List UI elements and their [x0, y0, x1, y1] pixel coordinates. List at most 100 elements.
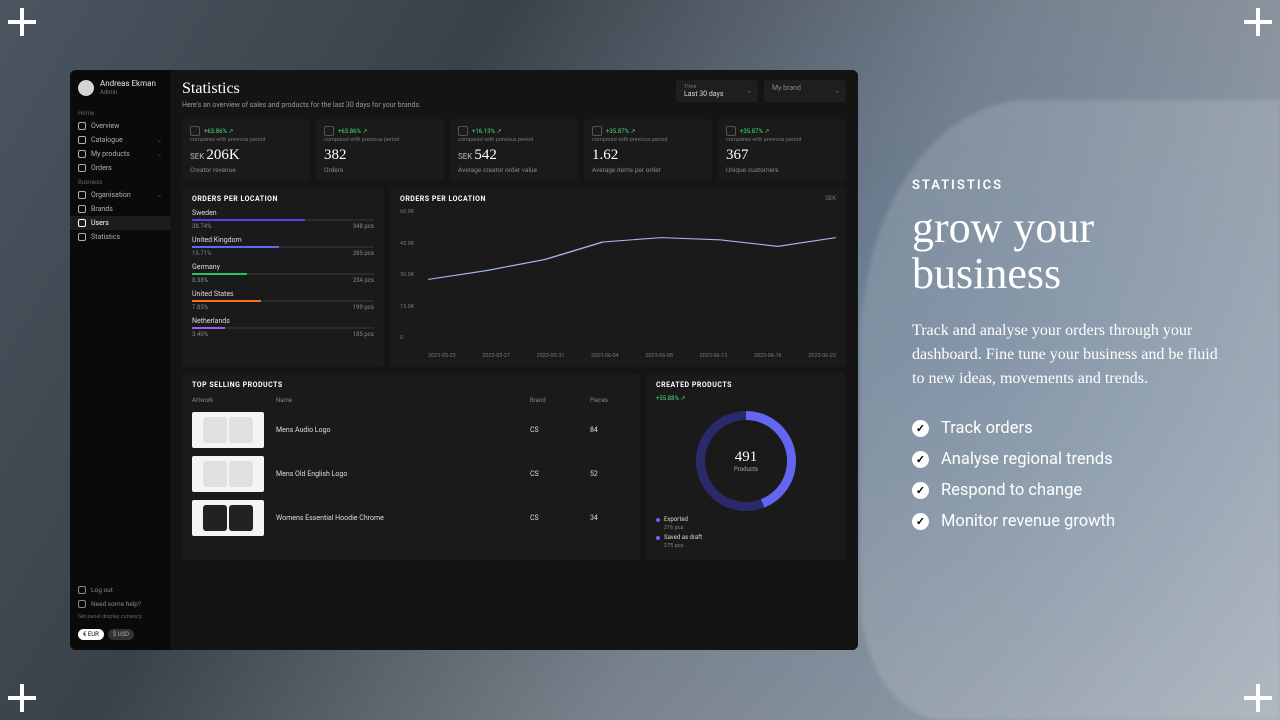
nav-icon: [78, 122, 86, 130]
logout-icon: [78, 586, 86, 594]
nav-icon: [78, 233, 86, 241]
marketing-body: Track and analyse your orders through yo…: [912, 319, 1224, 391]
card-title: ORDERS PER LOCATION: [192, 195, 374, 203]
product-pieces: 52: [590, 470, 630, 478]
location-name: United States: [192, 290, 374, 298]
location-pcs: 348 pcs: [353, 223, 374, 230]
y-tick: 15.0K: [400, 304, 414, 310]
user-name: Andreas Ekman: [100, 80, 156, 89]
card-title: CREATED PRODUCTS: [656, 381, 836, 389]
kpi-value: 367: [726, 147, 838, 164]
sidebar-item-label: Users: [91, 219, 109, 227]
currency-eur[interactable]: € EUR: [78, 629, 104, 640]
nav-icon: [78, 150, 86, 158]
product-brand: CS: [530, 426, 590, 434]
x-tick: 2023-06-04: [591, 353, 619, 359]
kpi-value: 382: [324, 147, 436, 164]
location-name: Netherlands: [192, 317, 374, 325]
location-name: Sweden: [192, 209, 374, 217]
col-name: Name: [276, 397, 530, 404]
kpi-compare: compared with previous period: [458, 137, 570, 143]
check-icon: ✓: [912, 513, 929, 530]
chevron-down-icon: ⌄: [157, 192, 162, 199]
created-products-card: CREATED PRODUCTS +55.88% ↗ 491 Products …: [646, 373, 846, 560]
currency-usd[interactable]: $ USD: [108, 629, 134, 640]
location-row: Sweden 38.74% 348 pcs: [192, 209, 374, 230]
x-tick: 2023-06-12: [700, 353, 728, 359]
sidebar-item-catalogue[interactable]: Catalogue⌄: [70, 133, 170, 147]
sidebar-item-organisation[interactable]: Organisation⌄: [70, 188, 170, 202]
help-link[interactable]: Need some help?: [78, 597, 162, 611]
shirt-icon: [592, 126, 602, 136]
user-icon: [726, 126, 736, 136]
y-tick: 60.0K: [400, 209, 414, 215]
product-name: Mens Audio Logo: [276, 426, 530, 434]
location-pcs: 234 pcs: [353, 277, 374, 284]
location-pct: 8.38%: [192, 277, 208, 284]
sidebar-item-statistics[interactable]: Statistics: [70, 230, 170, 244]
x-tick: 2023-06-08: [645, 353, 673, 359]
sidebar-item-orders[interactable]: Orders: [70, 161, 170, 175]
product-pieces: 84: [590, 426, 630, 434]
top-selling-products-card: TOP SELLING PRODUCTS Artwork Name Brand …: [182, 373, 640, 560]
created-delta: +55.88% ↗: [656, 395, 836, 402]
nav-icon: [78, 191, 86, 199]
location-row: Germany 8.38% 234 pcs: [192, 263, 374, 284]
table-row[interactable]: Womens Essential Hoodie ChromeCS34: [192, 496, 630, 540]
brand-selector[interactable]: My brand ⌄: [764, 80, 846, 102]
marketing-headline: grow your business: [912, 205, 1224, 297]
sidebar-item-users[interactable]: Users: [70, 216, 170, 230]
sidebar-item-label: Overview: [91, 122, 119, 130]
kpi-compare: compared with previous period: [726, 137, 838, 143]
check-icon: ✓: [912, 451, 929, 468]
table-row[interactable]: Mens Old English LogoCS52: [192, 452, 630, 496]
product-brand: CS: [530, 470, 590, 478]
location-name: United Kingdom: [192, 236, 374, 244]
donut-label: Products: [734, 466, 758, 473]
x-tick: 2023-05-27: [482, 353, 510, 359]
kpi-compare: compared with previous period: [190, 137, 302, 143]
kpi-label: Creator revenue: [190, 166, 302, 174]
kpi-label: Average creator order value: [458, 166, 570, 174]
page-title: Statistics: [182, 80, 421, 98]
marketing-tag: STATISTICS: [912, 178, 1224, 193]
table-row[interactable]: Mens Audio LogoCS84: [192, 408, 630, 452]
legend-label: Exported: [664, 516, 688, 523]
chevron-down-icon: ⌄: [157, 151, 162, 158]
logout-link[interactable]: Log out: [78, 583, 162, 597]
legend-item: Exported: [656, 516, 836, 523]
time-selector[interactable]: Time Last 30 days ⌄: [676, 80, 758, 102]
location-pcs: 185 pcs: [353, 331, 374, 338]
sidebar-item-brands[interactable]: Brands: [70, 202, 170, 216]
sidebar-item-my products[interactable]: My products⌄: [70, 147, 170, 161]
marketing-bullet: ✓Monitor revenue growth: [912, 512, 1224, 531]
x-tick: 2023-05-23: [428, 353, 456, 359]
location-pct: 38.74%: [192, 223, 211, 230]
location-name: Germany: [192, 263, 374, 271]
plus-icon: [1244, 684, 1272, 712]
sidebar-item-label: Statistics: [91, 233, 120, 241]
plus-icon: [8, 8, 36, 36]
kpi-card: +63.86% ↗compared with previous period38…: [316, 119, 444, 181]
kpi-card: +35.87% ↗compared with previous period1.…: [584, 119, 712, 181]
nav-icon: [78, 219, 86, 227]
location-pct: 3.40%: [192, 331, 208, 338]
location-pcs: 285 pcs: [353, 250, 374, 257]
help-icon: [78, 600, 86, 608]
nav-section-label: Home: [70, 106, 170, 119]
sidebar-item-label: Brands: [91, 205, 113, 213]
check-icon: ✓: [912, 420, 929, 437]
dollar-icon: [190, 126, 200, 136]
kpi-delta: +63.86% ↗: [204, 128, 233, 135]
x-tick: 2023-05-31: [537, 353, 565, 359]
location-pct: 7.85%: [192, 304, 208, 311]
sidebar-item-overview[interactable]: Overview: [70, 119, 170, 133]
product-name: Mens Old English Logo: [276, 470, 530, 478]
card-title: TOP SELLING PRODUCTS: [192, 381, 630, 389]
product-pieces: 34: [590, 514, 630, 522]
y-tick: 0: [400, 335, 414, 341]
legend-dot: [656, 536, 660, 540]
orders-per-location-card: ORDERS PER LOCATION Sweden 38.74% 348 pcs U…: [182, 187, 384, 367]
user-block[interactable]: Andreas Ekman Admin: [70, 80, 170, 106]
kpi-card: +63.86% ↗compared with previous periodSE…: [182, 119, 310, 181]
